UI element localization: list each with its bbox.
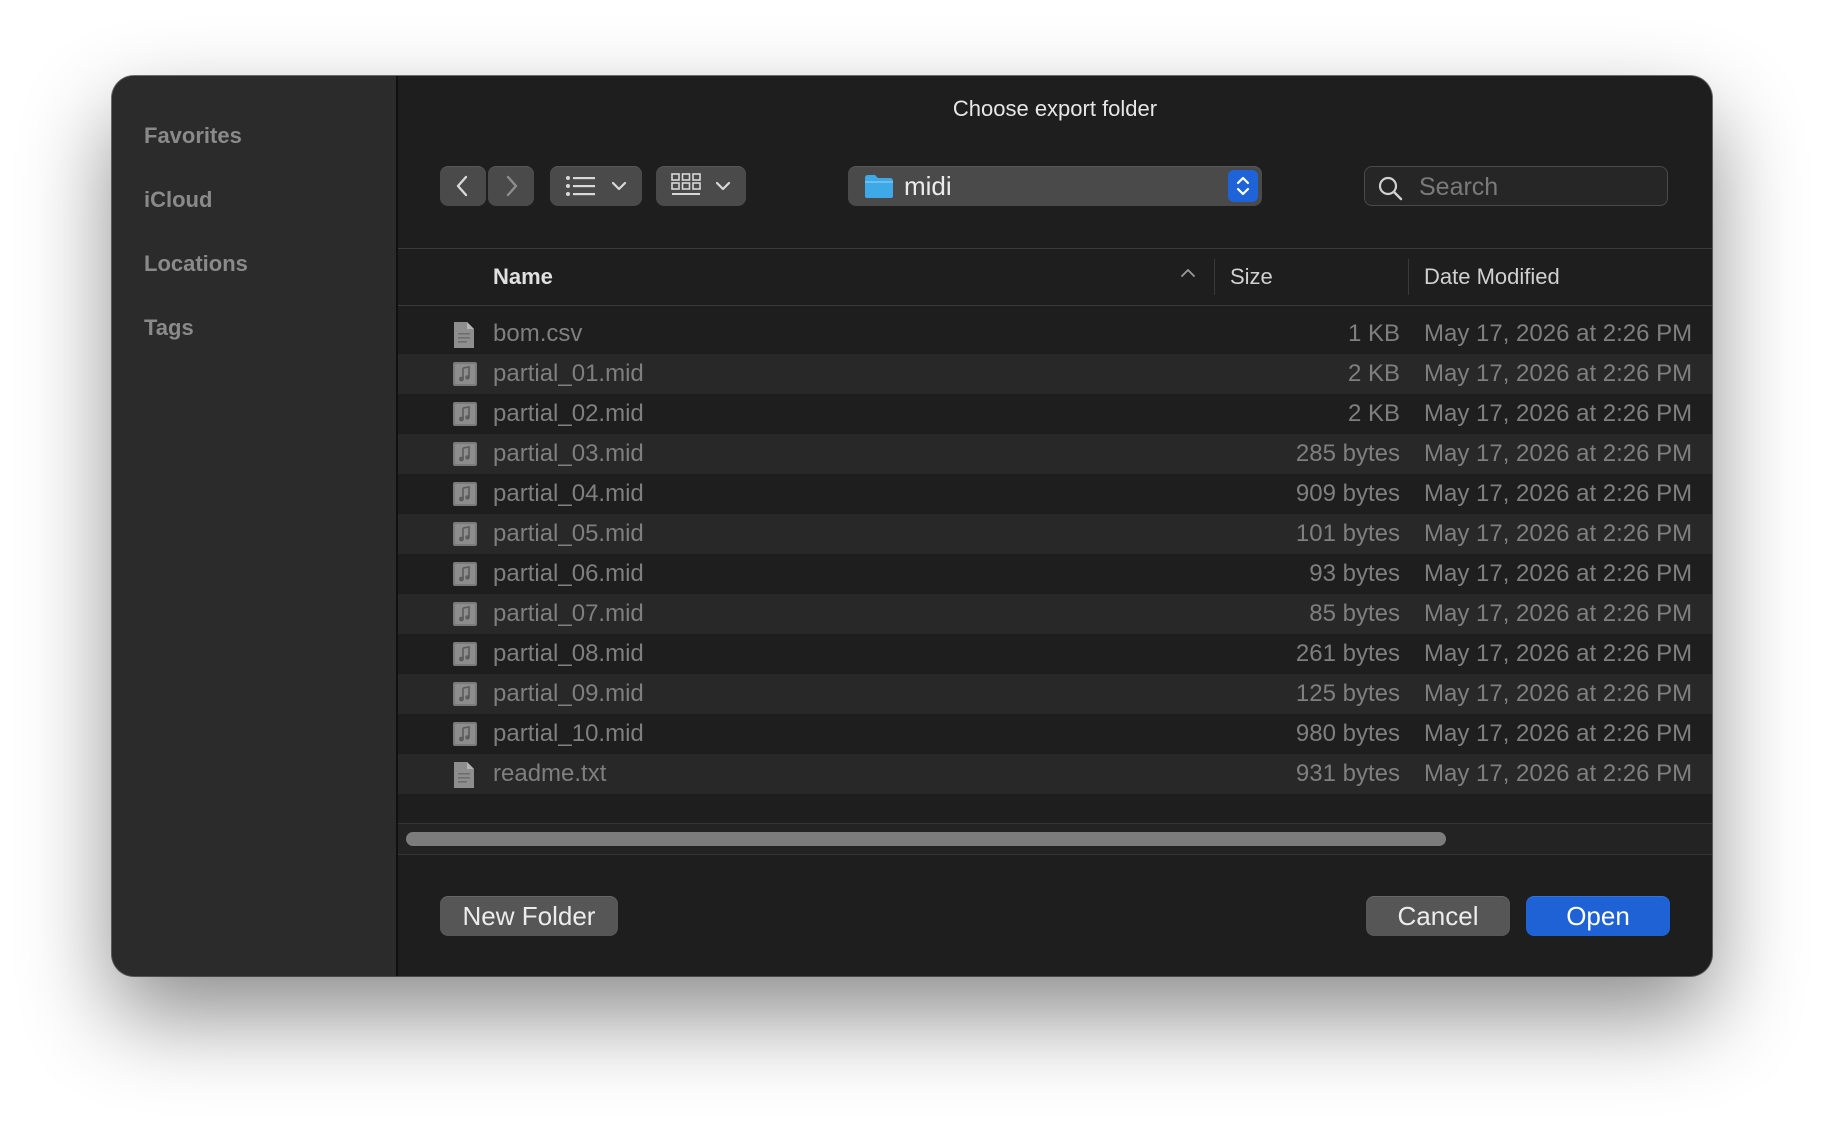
file-size: 101 bytes xyxy=(1295,520,1400,547)
table-header: Name Size Date Modified xyxy=(398,249,1712,306)
file-date-modified: May 17, 2026 at 2:26 PM xyxy=(1424,560,1693,587)
column-header-date-modified[interactable]: Date Modified xyxy=(1424,249,1560,305)
file-size: 980 bytes xyxy=(1295,720,1400,747)
folder-path-popup[interactable]: midi xyxy=(848,166,1262,206)
list-view-button[interactable] xyxy=(550,166,642,206)
file-row[interactable]: partial_03.mid 285 bytes May 17, 2026 at 2… xyxy=(398,434,1712,474)
music-file-icon xyxy=(452,401,478,434)
file-row[interactable]: bom.csv 1 KB May 17, 2026 at 2:26 PM xyxy=(398,314,1712,354)
sort-ascending-icon xyxy=(1181,269,1195,277)
file-row[interactable]: partial_09.mid 125 bytes May 17, 2026 at 2… xyxy=(398,674,1712,714)
file-list: bom.csv 1 KB May 17, 2026 at 2:26 PM partia… xyxy=(398,314,1712,794)
column-separator[interactable] xyxy=(1408,259,1409,295)
file-row[interactable]: partial_04.mid 909 bytes May 17, 2026 at 2… xyxy=(398,474,1712,514)
column-separator[interactable] xyxy=(1214,259,1215,295)
file-date-modified: May 17, 2026 at 2:26 PM xyxy=(1424,520,1693,547)
chevron-right-icon xyxy=(506,175,518,197)
file-size: 2 KB xyxy=(1347,360,1400,387)
music-file-icon xyxy=(452,521,478,554)
music-file-icon xyxy=(452,361,478,394)
file-name: partial_04.mid xyxy=(493,480,644,507)
dialog-title: Choose export folder xyxy=(952,96,1158,121)
file-size: 2 KB xyxy=(1347,400,1400,427)
file-name: partial_06.mid xyxy=(493,560,644,587)
file-name: partial_08.mid xyxy=(493,640,644,667)
new-folder-button[interactable]: New Folder xyxy=(440,896,618,936)
chevron-left-icon xyxy=(456,175,468,197)
file-size: 125 bytes xyxy=(1295,680,1400,707)
file-date-modified: May 17, 2026 at 2:26 PM xyxy=(1424,600,1693,627)
music-file-icon xyxy=(452,481,478,514)
file-date-modified: May 17, 2026 at 2:26 PM xyxy=(1424,440,1693,467)
file-size: 1 KB xyxy=(1347,320,1400,347)
file-row[interactable]: partial_02.mid 2 KB May 17, 2026 at 2:26 P… xyxy=(398,394,1712,434)
file-name: partial_09.mid xyxy=(493,680,644,707)
back-button[interactable] xyxy=(440,166,486,206)
search-icon xyxy=(1378,176,1403,201)
file-row[interactable]: partial_07.mid 85 bytes May 17, 2026 at 2:… xyxy=(398,594,1712,634)
file-size: 85 bytes xyxy=(1309,600,1400,627)
list-icon xyxy=(566,176,595,196)
search-field[interactable] xyxy=(1364,166,1668,207)
file-name: partial_03.mid xyxy=(493,440,644,467)
music-file-icon xyxy=(452,721,478,754)
search-input[interactable] xyxy=(1417,167,1661,207)
chevron-down-icon xyxy=(715,181,731,191)
icon-view-button[interactable] xyxy=(656,166,746,206)
document-icon xyxy=(452,321,476,356)
folder-icon xyxy=(865,175,893,198)
main-panel: Choose export folder midi Search Name Si… xyxy=(398,76,1712,976)
file-name: partial_02.mid xyxy=(493,400,644,427)
file-row[interactable]: partial_06.mid 93 bytes May 17, 2026 at 2:… xyxy=(398,554,1712,594)
file-size: 909 bytes xyxy=(1295,480,1400,507)
music-file-icon xyxy=(452,681,478,714)
file-name: readme.txt xyxy=(493,760,607,787)
file-name: partial_07.mid xyxy=(493,600,644,627)
horizontal-scrollbar[interactable] xyxy=(398,823,1712,855)
file-row[interactable]: partial_01.mid 2 KB May 17, 2026 at 2:26 P… xyxy=(398,354,1712,394)
column-header-name[interactable]: Name xyxy=(493,249,553,305)
file-size: 261 bytes xyxy=(1295,640,1400,667)
file-size: 931 bytes xyxy=(1295,760,1400,787)
sidebar-item-favorites[interactable]: Favorites xyxy=(112,104,396,168)
file-size: 285 bytes xyxy=(1295,440,1400,467)
file-row[interactable]: partial_10.mid 980 bytes May 17, 2026 at 2… xyxy=(398,714,1712,754)
grid-icon xyxy=(671,173,701,195)
music-file-icon xyxy=(452,441,478,474)
music-file-icon xyxy=(452,601,478,634)
sidebar-item-locations[interactable]: Locations xyxy=(112,232,396,296)
file-date-modified: May 17, 2026 at 2:26 PM xyxy=(1424,760,1693,787)
file-date-modified: May 17, 2026 at 2:26 PM xyxy=(1424,480,1693,507)
file-size: 93 bytes xyxy=(1309,560,1400,587)
open-button[interactable]: Open xyxy=(1526,896,1670,936)
file-name: partial_01.mid xyxy=(493,360,644,387)
chevron-down-icon xyxy=(611,181,627,191)
music-file-icon xyxy=(452,561,478,594)
document-icon xyxy=(452,761,476,796)
file-date-modified: May 17, 2026 at 2:26 PM xyxy=(1424,640,1693,667)
sidebar-item-icloud[interactable]: iCloud xyxy=(112,168,396,232)
file-row[interactable]: partial_08.mid 261 bytes May 17, 2026 at 2… xyxy=(398,634,1712,674)
sidebar-item-tags[interactable]: Tags xyxy=(112,296,396,360)
file-dialog: Favorites iCloud Locations Tags Choose e… xyxy=(112,76,1712,976)
file-row[interactable]: readme.txt 931 bytes May 17, 2026 at 2:26 … xyxy=(398,754,1712,794)
file-name: partial_10.mid xyxy=(493,720,644,747)
sidebar: Favorites iCloud Locations Tags xyxy=(112,76,398,976)
file-date-modified: May 17, 2026 at 2:26 PM xyxy=(1424,400,1693,427)
file-date-modified: May 17, 2026 at 2:26 PM xyxy=(1424,680,1693,707)
file-date-modified: May 17, 2026 at 2:26 PM xyxy=(1424,720,1693,747)
file-name: bom.csv xyxy=(493,320,583,347)
popup-stepper[interactable] xyxy=(1228,170,1258,202)
up-down-chevron-icon xyxy=(1236,176,1250,196)
file-name: partial_05.mid xyxy=(493,520,644,547)
file-date-modified: May 17, 2026 at 2:26 PM xyxy=(1424,320,1693,347)
file-row[interactable]: partial_05.mid 101 bytes May 17, 2026 at 2… xyxy=(398,514,1712,554)
file-date-modified: May 17, 2026 at 2:26 PM xyxy=(1424,360,1693,387)
cancel-button[interactable]: Cancel xyxy=(1366,896,1510,936)
scrollbar-thumb[interactable] xyxy=(406,832,1446,846)
forward-button[interactable] xyxy=(488,166,534,206)
music-file-icon xyxy=(452,641,478,674)
current-folder-label: midi xyxy=(904,171,952,201)
column-header-size[interactable]: Size xyxy=(1230,249,1273,305)
